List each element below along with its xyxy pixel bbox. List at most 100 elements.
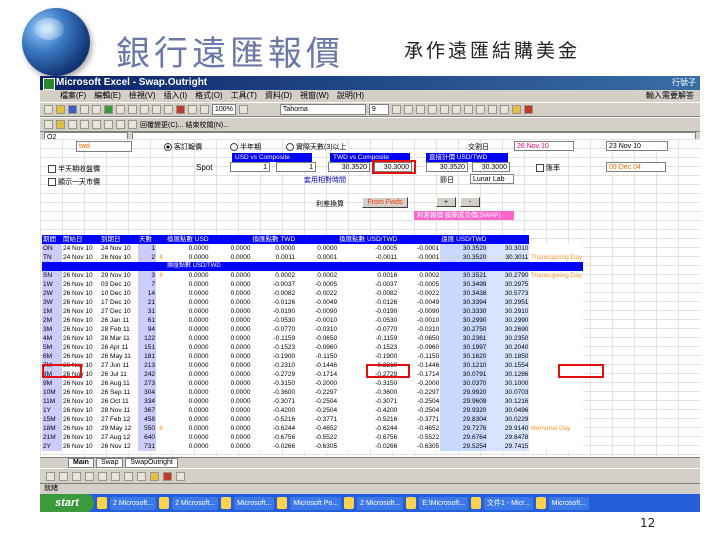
table-cell[interactable]: 11M <box>42 397 62 406</box>
table-cell[interactable] <box>529 415 584 424</box>
small-button-2[interactable]: - <box>460 197 480 207</box>
table-cell[interactable]: 0.0000 <box>166 388 210 397</box>
fill-icon[interactable] <box>150 471 159 481</box>
italic-icon[interactable] <box>403 105 413 114</box>
table-cell[interactable]: 0.0000 <box>209 370 252 379</box>
table-cell[interactable]: 0.0000 <box>209 298 252 307</box>
table-cell[interactable]: 15M <box>42 415 62 424</box>
table-cell[interactable]: 26 Nov 10 <box>62 388 100 397</box>
column-header[interactable] <box>209 235 252 244</box>
table-cell[interactable]: 29.7276 <box>440 424 488 433</box>
taskbar-item[interactable]: 文件1 - Micr... <box>484 496 533 510</box>
table-cell[interactable]: 27 Jun 11 <box>100 361 138 370</box>
spelling-icon[interactable] <box>104 105 113 114</box>
table-cell[interactable]: -0.3600 <box>251 388 297 397</box>
table-cell[interactable] <box>529 325 584 334</box>
paste-icon[interactable] <box>140 105 149 114</box>
table-cell[interactable]: 0.0000 <box>166 433 210 442</box>
table-cell[interactable]: 3W <box>42 298 62 307</box>
spot-twd-bid[interactable]: 30.3520 <box>328 162 370 172</box>
currency-icon[interactable] <box>475 105 485 114</box>
table-cell[interactable]: 550 <box>138 424 156 433</box>
table-cell[interactable]: 30.2750 <box>440 325 488 334</box>
menu-item[interactable]: 檢視(V) <box>129 90 156 102</box>
table-cell[interactable]: 30.3520 <box>440 244 488 253</box>
table-cell[interactable]: 0.0002 <box>251 271 297 280</box>
taskbar-item[interactable]: 2 Microsoft... <box>110 496 157 510</box>
redo-icon[interactable] <box>164 105 173 114</box>
spot-usd-2[interactable]: 1 <box>276 162 316 172</box>
table-cell[interactable]: -0.0049 <box>398 298 441 307</box>
table-cell[interactable]: 26 Nov 10 <box>62 406 100 415</box>
table-cell[interactable]: -0.2000 <box>398 379 441 388</box>
table-cell[interactable]: 242 <box>138 370 156 379</box>
table-cell[interactable]: 0.0000 <box>209 280 252 289</box>
table-cell[interactable]: 30.2040 <box>487 343 530 352</box>
table-cell[interactable]: 0.0016 <box>338 271 399 280</box>
table-cell[interactable]: 30.1554 <box>487 361 530 370</box>
table-cell[interactable]: -0.2297 <box>398 388 441 397</box>
column-header[interactable]: 換匯點數 USD/TWD <box>338 235 399 244</box>
column-header[interactable] <box>156 235 166 244</box>
table-cell[interactable]: 5M <box>42 343 62 352</box>
table-cell[interactable]: 03 Dec 10 <box>100 280 138 289</box>
table-cell[interactable]: 0.0000 <box>209 361 252 370</box>
table-cell[interactable]: -0.0049 <box>296 298 339 307</box>
table-cell[interactable]: -0.0770 <box>338 325 399 334</box>
shadow-icon[interactable] <box>176 471 185 481</box>
table-cell[interactable]: 30.0370 <box>440 379 488 388</box>
table-cell[interactable]: 26 Nov 10 <box>62 298 100 307</box>
table-cell[interactable]: 30.2690 <box>487 325 530 334</box>
table-cell[interactable]: -0.3600 <box>338 388 399 397</box>
table-cell[interactable] <box>529 343 584 352</box>
table-cell[interactable]: 26 May 11 <box>100 352 138 361</box>
table-cell[interactable] <box>156 379 166 388</box>
table-cell[interactable]: -0.0082 <box>251 289 297 298</box>
line-color-icon[interactable] <box>163 471 172 481</box>
table-cell[interactable]: -0.5522 <box>296 433 339 442</box>
bold-icon[interactable] <box>391 105 401 114</box>
table-cell[interactable]: 27 Dec 10 <box>100 307 138 316</box>
table-cell[interactable]: -0.0650 <box>398 334 441 343</box>
table-cell[interactable]: -0.0310 <box>398 325 441 334</box>
rate-flag[interactable]: 匯率 <box>536 163 560 173</box>
table-cell[interactable]: 29.9320 <box>440 406 488 415</box>
table-cell[interactable]: -0.0037 <box>338 280 399 289</box>
table-cell[interactable]: 30.3394 <box>440 298 488 307</box>
table-cell[interactable]: 0.0000 <box>166 244 210 253</box>
menu-item[interactable]: 視窗(W) <box>300 90 329 102</box>
table-cell[interactable]: 21 <box>138 298 156 307</box>
table-cell[interactable]: -0.0190 <box>338 307 399 316</box>
draw-icon[interactable] <box>46 471 55 481</box>
table-cell[interactable]: 29.8478 <box>487 433 530 442</box>
table-cell[interactable]: 0.0000 <box>166 442 210 451</box>
table-cell[interactable]: -0.0190 <box>251 307 297 316</box>
table-cell[interactable] <box>156 244 166 253</box>
table-cell[interactable]: -0.3150 <box>338 379 399 388</box>
align-center-icon[interactable] <box>439 105 449 114</box>
table-cell[interactable]: 0.0000 <box>209 379 252 388</box>
table-cell[interactable] <box>529 316 584 325</box>
column-header[interactable]: 換匯點數 TWD <box>251 235 297 244</box>
table-cell[interactable] <box>529 388 584 397</box>
table-cell[interactable] <box>156 433 166 442</box>
table-cell[interactable]: 0.0000 <box>166 424 210 433</box>
sum-icon[interactable] <box>176 105 185 114</box>
table-cell[interactable]: 21M <box>42 433 62 442</box>
table-cell[interactable]: 30.1850 <box>487 352 530 361</box>
table-cell[interactable]: 1Y <box>42 406 62 415</box>
table-cell[interactable]: 0.0000 <box>209 253 252 262</box>
table-cell[interactable]: 26 Jul 11 <box>100 370 138 379</box>
menu-item[interactable]: 編輯(E) <box>94 90 121 102</box>
table-cell[interactable]: 0.0000 <box>166 325 210 334</box>
table-cell[interactable] <box>156 343 166 352</box>
column-header[interactable]: 遠匯 USD/TWD <box>440 235 488 244</box>
review-toolbar-text[interactable]: 回覆變更(C)... 結束校閱(N)... <box>140 120 229 130</box>
table-cell[interactable]: 0.0000 <box>166 307 210 316</box>
check-option-2[interactable]: 顯示一天市價 <box>48 177 100 187</box>
table-cell[interactable]: 0.0000 <box>209 415 252 424</box>
table-cell[interactable]: 0.0000 <box>209 433 252 442</box>
table-cell[interactable]: -0.0530 <box>251 316 297 325</box>
table-cell[interactable]: 0.0002 <box>398 271 441 280</box>
table-cell[interactable] <box>529 298 584 307</box>
